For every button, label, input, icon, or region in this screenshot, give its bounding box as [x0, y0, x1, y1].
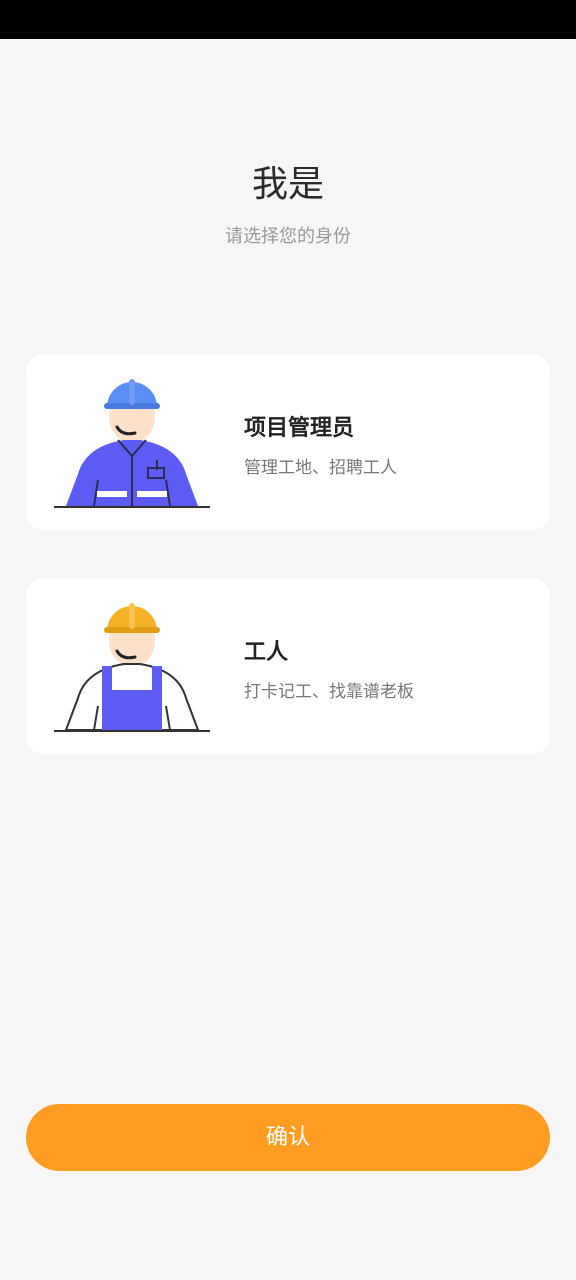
role-card-project-manager[interactable]: 项目管理员 管理工地、招聘工人 [26, 354, 550, 530]
project-manager-icon [52, 370, 212, 510]
role-card-worker[interactable]: 工人 打卡记工、找靠谱老板 [26, 578, 550, 754]
worker-icon [52, 594, 212, 734]
role-description: 管理工地、招聘工人 [244, 458, 397, 478]
status-bar [0, 0, 576, 39]
role-description: 打卡记工、找靠谱老板 [244, 682, 414, 702]
page-subtitle: 请选择您的身份 [225, 226, 351, 247]
page-title: 我是 [251, 164, 324, 205]
role-title: 工人 [244, 640, 289, 665]
confirm-button[interactable]: 确认 [26, 1104, 550, 1171]
role-title: 项目管理员 [244, 416, 355, 441]
